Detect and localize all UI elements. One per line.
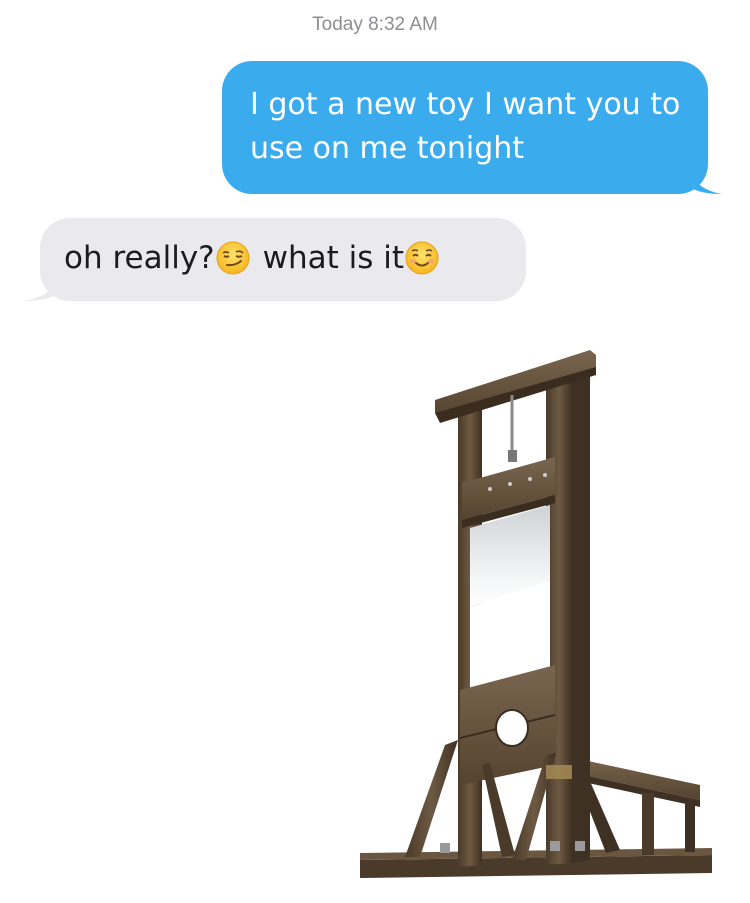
image-attachment[interactable]	[350, 345, 720, 890]
message-timestamp: Today 8:32 AM	[312, 14, 438, 35]
sent-bubble-tail	[688, 164, 722, 194]
sent-message-bubble[interactable]: I got a new toy I want you to use on me …	[222, 61, 722, 194]
received-text-part-2: what is it	[262, 240, 405, 276]
guillotine-icon	[360, 350, 712, 878]
received-bubble-tail	[24, 271, 60, 301]
received-message-text: oh really? what is it	[64, 238, 440, 278]
smirking-face-icon	[216, 241, 250, 275]
received-text-part-1: oh really?	[64, 240, 215, 276]
sent-message-text: I got a new toy I want you to use on me …	[250, 87, 681, 166]
received-message-bubble[interactable]: oh really? what is it	[24, 218, 526, 301]
smiling-face-with-closed-eyes-icon	[405, 241, 439, 275]
